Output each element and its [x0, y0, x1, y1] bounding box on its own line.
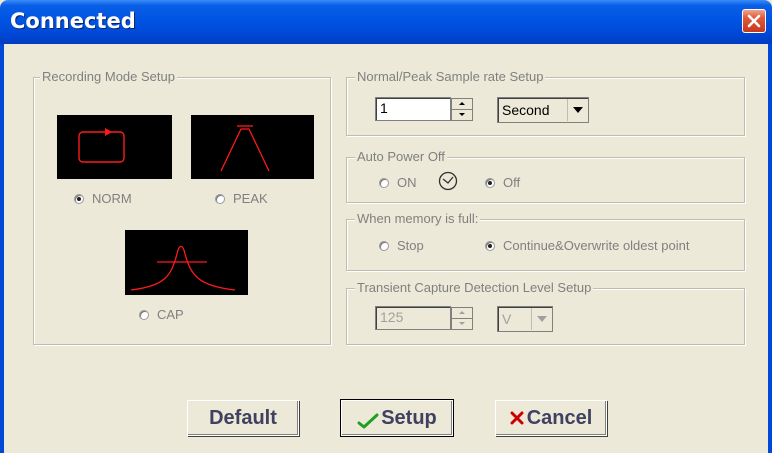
- transient-group: Transient Capture Detection Level Setup …: [346, 280, 745, 345]
- sample-rate-unit-value: Second: [502, 102, 550, 118]
- radio-stop-label: Stop: [397, 238, 424, 253]
- cap-waveform-image[interactable]: [125, 230, 248, 295]
- radio-peak[interactable]: PEAK: [215, 191, 268, 206]
- transient-level-input[interactable]: 125: [375, 306, 451, 330]
- radio-continue-overwrite[interactable]: Continue&Overwrite oldest point: [485, 238, 689, 253]
- arrow-up-icon: [459, 311, 465, 314]
- stepper-up-button[interactable]: [452, 308, 472, 319]
- recording-mode-group: Recording Mode Setup NORM PEAK CAP: [33, 69, 331, 345]
- transient-level-stepper[interactable]: [451, 307, 473, 330]
- cancel-button[interactable]: Cancel: [495, 400, 607, 436]
- chevron-down-icon[interactable]: [567, 99, 587, 121]
- sample-rate-legend: Normal/Peak Sample rate Setup: [355, 69, 546, 84]
- default-button-label: Default: [209, 406, 277, 429]
- recording-mode-legend: Recording Mode Setup: [40, 69, 177, 84]
- sample-rate-group: Normal/Peak Sample rate Setup 1 Second: [346, 69, 745, 136]
- radio-norm-indicator[interactable]: [74, 193, 84, 204]
- stepper-down-button[interactable]: [452, 319, 472, 329]
- radio-stop[interactable]: Stop: [379, 238, 424, 253]
- radio-power-on-indicator[interactable]: [379, 177, 389, 188]
- radio-cap-indicator[interactable]: [139, 309, 149, 320]
- radio-power-on-label: ON: [397, 175, 417, 190]
- clock-icon: [438, 171, 458, 191]
- transient-unit-value: V: [502, 311, 512, 327]
- cancel-button-label: Cancel: [526, 406, 593, 429]
- radio-norm-label: NORM: [92, 191, 132, 206]
- radio-continue-overwrite-indicator[interactable]: [485, 240, 495, 251]
- transient-legend: Transient Capture Detection Level Setup: [355, 280, 594, 295]
- window-title: Connected: [10, 9, 136, 33]
- setup-button[interactable]: Setup: [340, 399, 454, 437]
- radio-power-off-indicator[interactable]: [485, 177, 495, 188]
- sample-rate-unit-select[interactable]: Second: [497, 97, 589, 123]
- radio-peak-indicator[interactable]: [215, 193, 225, 204]
- norm-waveform-image[interactable]: [57, 115, 172, 179]
- radio-norm[interactable]: NORM: [74, 191, 132, 206]
- radio-power-off-label: Off: [503, 175, 521, 190]
- memory-full-legend: When memory is full:: [355, 211, 481, 226]
- auto-power-off-legend: Auto Power Off: [355, 149, 447, 164]
- stepper-up-button[interactable]: [452, 99, 472, 110]
- title-bar[interactable]: Connected: [0, 0, 772, 44]
- setup-button-label: Setup: [381, 406, 437, 429]
- memory-full-group: When memory is full: Stop Continue&Overw…: [346, 211, 745, 271]
- stepper-down-button[interactable]: [452, 110, 472, 120]
- arrow-down-icon: [459, 322, 465, 325]
- sample-rate-input[interactable]: 1: [375, 97, 451, 121]
- default-button[interactable]: Default: [187, 400, 299, 436]
- transient-unit-select[interactable]: V: [497, 306, 553, 332]
- radio-cap-label: CAP: [157, 307, 184, 322]
- radio-peak-label: PEAK: [233, 191, 268, 206]
- peak-waveform-image[interactable]: [191, 115, 314, 179]
- radio-power-on[interactable]: ON: [379, 175, 417, 190]
- radio-continue-overwrite-label: Continue&Overwrite oldest point: [503, 238, 690, 253]
- arrow-down-icon: [459, 113, 465, 116]
- radio-stop-indicator[interactable]: [379, 240, 389, 251]
- chevron-down-icon[interactable]: [531, 308, 551, 330]
- radio-cap[interactable]: CAP: [139, 307, 184, 322]
- norm-loop-icon: [78, 128, 125, 163]
- auto-power-off-group: Auto Power Off ON Off: [346, 149, 745, 203]
- peak-waveform-icon: [220, 125, 270, 172]
- x-mark-icon: [510, 411, 524, 425]
- check-icon: [357, 413, 379, 429]
- arrow-up-icon: [459, 102, 465, 105]
- cap-waveform-icon: [130, 245, 236, 291]
- close-button[interactable]: [742, 9, 766, 33]
- close-icon: [747, 14, 761, 28]
- sample-rate-stepper[interactable]: [451, 98, 473, 121]
- radio-power-off[interactable]: Off: [485, 175, 520, 190]
